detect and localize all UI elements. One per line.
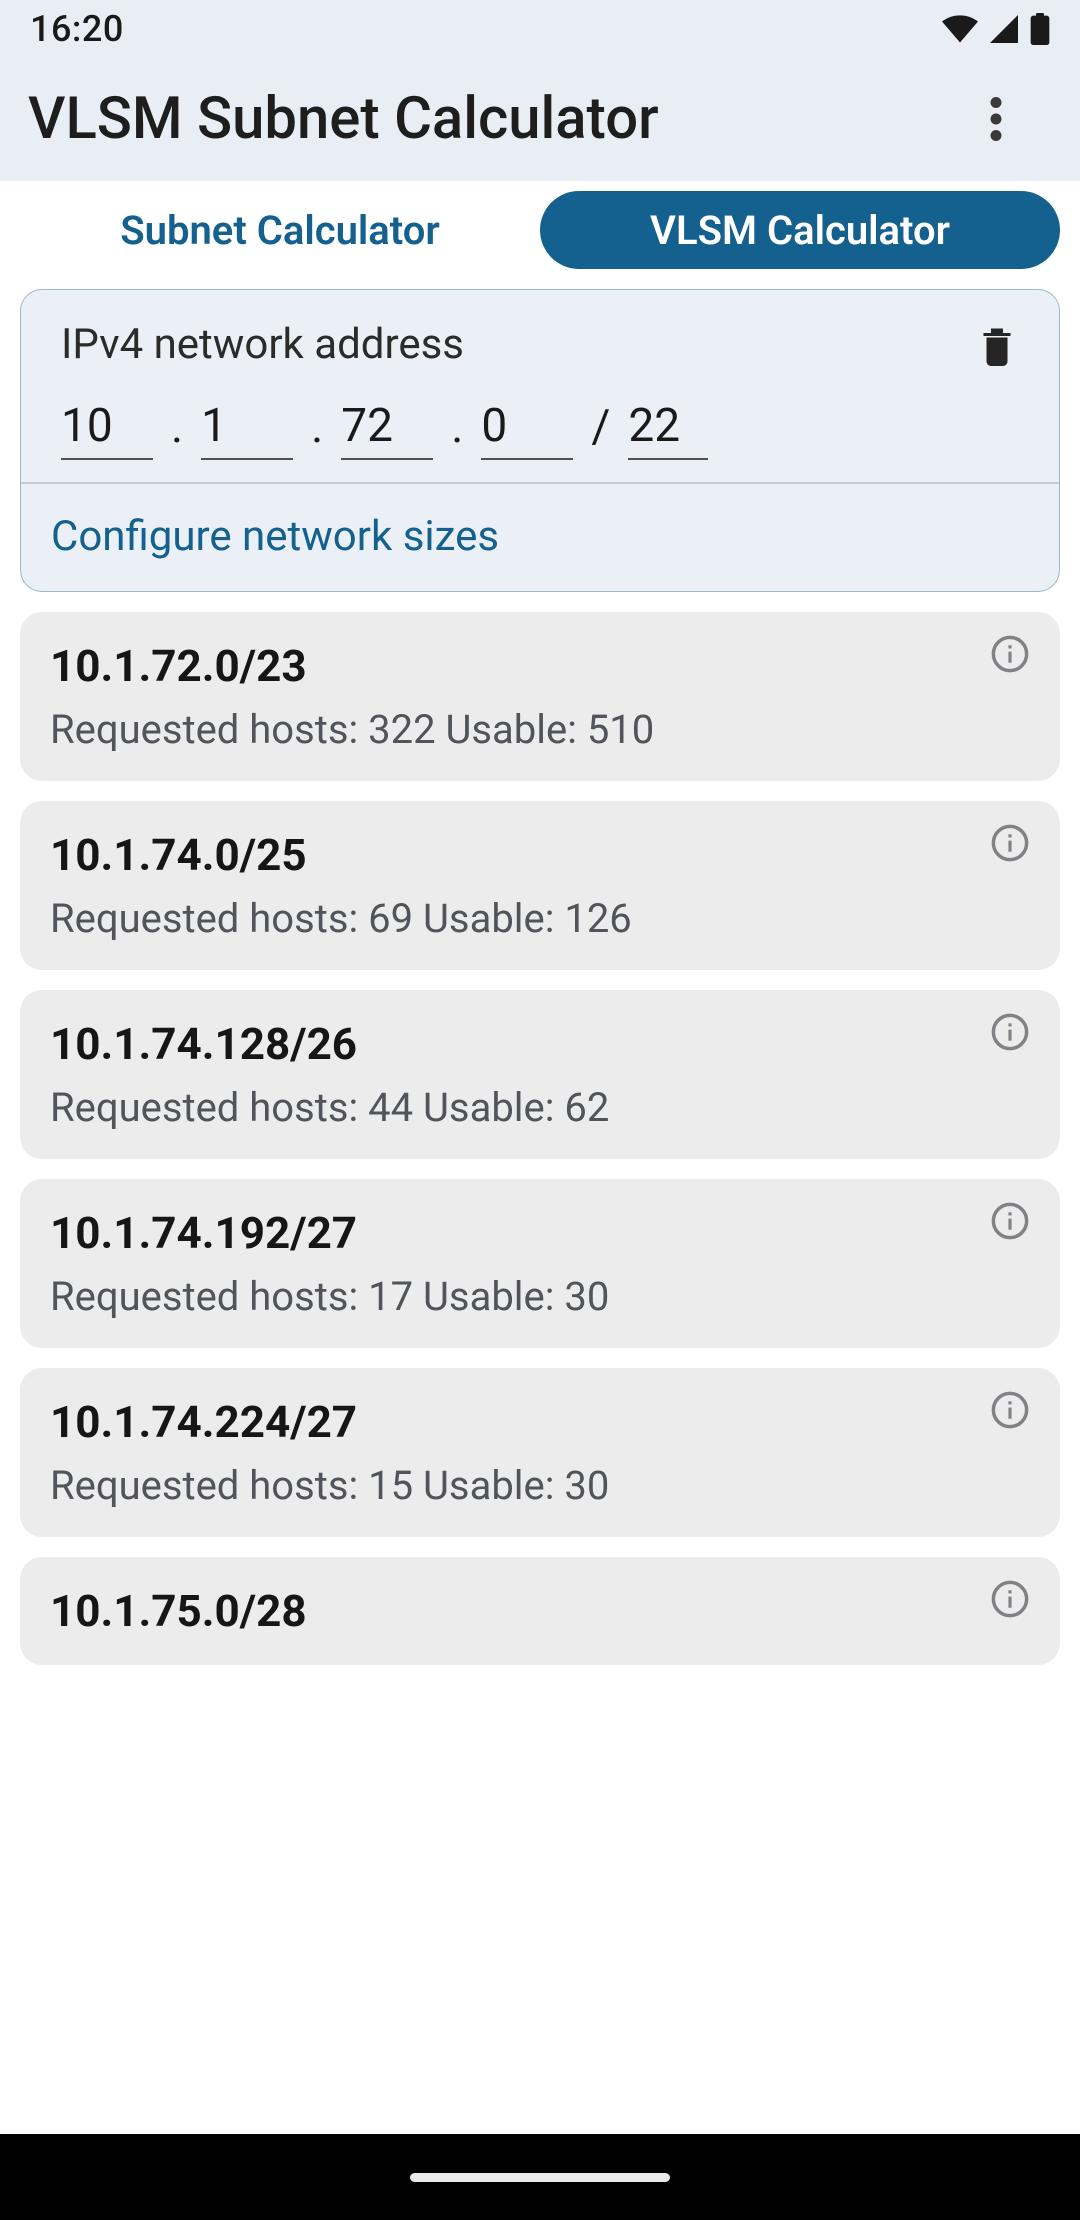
- info-icon: [991, 1202, 1029, 1240]
- status-icons: [942, 13, 1050, 45]
- subnet-result-card[interactable]: 10.1.74.224/27 Requested hosts: 15 Usable…: [20, 1368, 1060, 1537]
- tab-label: VLSM Calculator: [650, 207, 950, 254]
- subnet-info-button[interactable]: [990, 634, 1030, 674]
- subnet-info-button[interactable]: [990, 1012, 1030, 1052]
- ip-address-row: . . . /: [61, 397, 1019, 460]
- subnet-info-button[interactable]: [990, 1201, 1030, 1241]
- dot-separator: .: [305, 400, 329, 460]
- ip-octet-2[interactable]: [201, 397, 293, 460]
- tab-subnet-calculator[interactable]: Subnet Calculator: [20, 191, 540, 269]
- cell-signal-icon: [990, 15, 1018, 43]
- status-clock: 16:20: [30, 8, 124, 50]
- subnet-hosts: Requested hosts: 69 Usable: 126: [50, 895, 1030, 942]
- configure-network-sizes-button[interactable]: Configure network sizes: [21, 484, 1059, 591]
- trash-icon: [979, 324, 1015, 366]
- tab-label: Subnet Calculator: [120, 207, 440, 254]
- subnet-result-card[interactable]: 10.1.74.0/25 Requested hosts: 69 Usable: …: [20, 801, 1060, 970]
- info-icon: [991, 824, 1029, 862]
- subnet-hosts: Requested hosts: 322 Usable: 510: [50, 706, 1030, 753]
- dot-separator: .: [165, 400, 189, 460]
- subnet-network: 10.1.74.0/25: [50, 829, 1030, 881]
- info-icon: [991, 1391, 1029, 1429]
- battery-icon: [1030, 13, 1050, 45]
- subnet-result-card[interactable]: 10.1.72.0/23 Requested hosts: 322 Usable:…: [20, 612, 1060, 781]
- subnet-info-button[interactable]: [990, 1579, 1030, 1619]
- subnet-network: 10.1.75.0/28: [50, 1585, 1030, 1637]
- subnet-result-card[interactable]: 10.1.75.0/28: [20, 1557, 1060, 1665]
- app-bar: VLSM Subnet Calculator: [0, 58, 1080, 180]
- clear-ip-button[interactable]: [975, 323, 1019, 367]
- status-bar: 16:20: [0, 0, 1080, 58]
- gesture-handle[interactable]: [410, 2173, 670, 2182]
- ip-input-card: IPv4 network address . . . /: [20, 289, 1060, 592]
- subnet-network: 10.1.74.128/26: [50, 1018, 1030, 1070]
- info-icon: [991, 1580, 1029, 1618]
- subnet-info-button[interactable]: [990, 1390, 1030, 1430]
- ip-octet-4[interactable]: [481, 397, 573, 460]
- tab-vlsm-calculator[interactable]: VLSM Calculator: [540, 191, 1060, 269]
- cidr-input[interactable]: [628, 397, 708, 460]
- slash-separator: /: [585, 400, 616, 460]
- subnet-network: 10.1.74.192/27: [50, 1207, 1030, 1259]
- ip-octet-1[interactable]: [61, 397, 153, 460]
- subnet-result-card[interactable]: 10.1.74.192/27 Requested hosts: 17 Usable…: [20, 1179, 1060, 1348]
- navigation-bar: [0, 2134, 1080, 2220]
- info-icon: [991, 1013, 1029, 1051]
- configure-label: Configure network sizes: [51, 512, 499, 561]
- more-vertical-icon: [990, 97, 1002, 141]
- wifi-icon: [942, 15, 978, 43]
- calculator-tabs: Subnet Calculator VLSM Calculator: [0, 181, 1080, 279]
- overflow-menu-button[interactable]: [972, 95, 1020, 143]
- app-title: VLSM Subnet Calculator: [28, 85, 659, 153]
- subnet-hosts: Requested hosts: 15 Usable: 30: [50, 1462, 1030, 1509]
- info-icon: [991, 635, 1029, 673]
- subnet-result-card[interactable]: 10.1.74.128/26 Requested hosts: 44 Usable…: [20, 990, 1060, 1159]
- ip-input-label: IPv4 network address: [61, 320, 464, 369]
- subnet-info-button[interactable]: [990, 823, 1030, 863]
- results-list: 10.1.72.0/23 Requested hosts: 322 Usable:…: [20, 612, 1060, 1665]
- ip-octet-3[interactable]: [341, 397, 433, 460]
- dot-separator: .: [445, 400, 469, 460]
- subnet-network: 10.1.74.224/27: [50, 1396, 1030, 1448]
- subnet-network: 10.1.72.0/23: [50, 640, 1030, 692]
- subnet-hosts: Requested hosts: 44 Usable: 62: [50, 1084, 1030, 1131]
- subnet-hosts: Requested hosts: 17 Usable: 30: [50, 1273, 1030, 1320]
